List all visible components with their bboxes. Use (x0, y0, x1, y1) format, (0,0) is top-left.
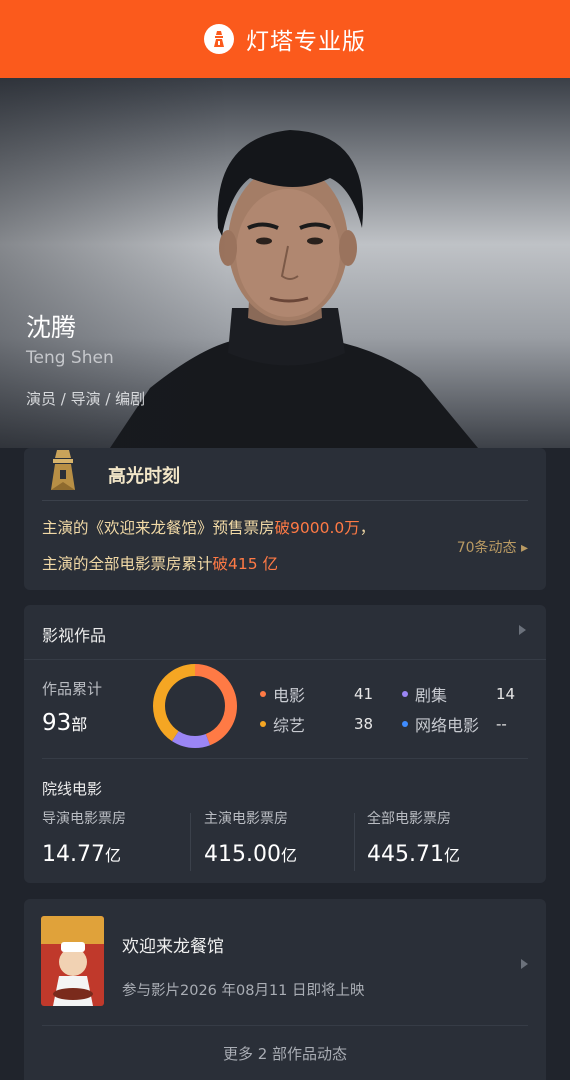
box-office-total: 全部电影票房 445.71亿 (367, 811, 460, 867)
legend-web-movie-count: -- (496, 715, 507, 733)
film-title: 欢迎来龙餐馆 (122, 937, 224, 957)
works-card: 影视作品 作品累计 93部 电影 41 剧集 14 综艺 38 网络电影 -- … (24, 605, 546, 883)
works-total-value: 93部 (42, 710, 88, 736)
legend-web-movie: 网络电影 (402, 712, 479, 736)
more-works-updates-link[interactable]: 更多 2 部作品动态 (24, 1043, 546, 1064)
legend-variety-count: 38 (354, 715, 374, 733)
legend-movie-count: 41 (354, 685, 374, 703)
divider (24, 659, 546, 660)
legend-variety: 综艺 (260, 712, 305, 736)
legend-dot (402, 691, 408, 697)
legend-dot (260, 721, 266, 727)
chevron-right-icon[interactable] (519, 625, 526, 635)
highlight-card[interactable]: 高光时刻 主演的《欢迎来龙餐馆》预售票房破9000.0万， 主演的全部电影票房累… (24, 448, 546, 590)
divider (42, 1025, 528, 1026)
person-roles: 演员 / 导演 / 编剧 (26, 390, 146, 408)
film-poster[interactable] (41, 916, 104, 1006)
person-hero: 沈腾 Teng Shen 演员 / 导演 / 编剧 (0, 78, 570, 448)
lighthouse-badge-icon (46, 448, 80, 496)
highlight-value: 破9000.0万 (274, 519, 360, 537)
box-office-starring: 主演电影票房 415.00亿 (204, 811, 297, 867)
legend-movie: 电影 (260, 682, 305, 706)
legend-dot (402, 721, 408, 727)
film-update-card[interactable]: 欢迎来龙餐馆 参与影片2026 年08月11 日即将上映 更多 2 部作品动态 (24, 899, 546, 1080)
highlight-value: 破415 亿 (212, 555, 279, 573)
app-header: 灯塔专业版 (0, 0, 570, 78)
divider (354, 813, 355, 871)
legend-series: 剧集 (402, 682, 447, 706)
works-total-label: 作品累计 (42, 680, 103, 698)
divider (42, 758, 528, 759)
works-donut-chart (153, 664, 237, 748)
person-name: 沈腾 (26, 313, 77, 342)
divider (190, 813, 191, 871)
box-office-directed: 导演电影票房 14.77亿 (42, 811, 126, 867)
highlight-line-presale: 主演的《欢迎来龙餐馆》预售票房破9000.0万， (42, 519, 376, 537)
highlight-line-total: 主演的全部电影票房累计破415 亿 (42, 555, 279, 573)
chevron-right-icon[interactable] (521, 959, 528, 969)
person-name-en: Teng Shen (26, 348, 114, 368)
works-title: 影视作品 (42, 626, 107, 645)
divider (42, 500, 528, 501)
lighthouse-icon (204, 24, 234, 54)
cinema-movies-title: 院线电影 (42, 780, 103, 798)
highlight-title: 高光时刻 (108, 466, 180, 487)
app-title: 灯塔专业版 (246, 29, 366, 55)
legend-dot (260, 691, 266, 697)
legend-series-count: 14 (496, 685, 516, 703)
more-updates-link[interactable]: 70条动态 ▸ (457, 537, 528, 557)
film-release-info: 参与影片2026 年08月11 日即将上映 (122, 983, 365, 999)
